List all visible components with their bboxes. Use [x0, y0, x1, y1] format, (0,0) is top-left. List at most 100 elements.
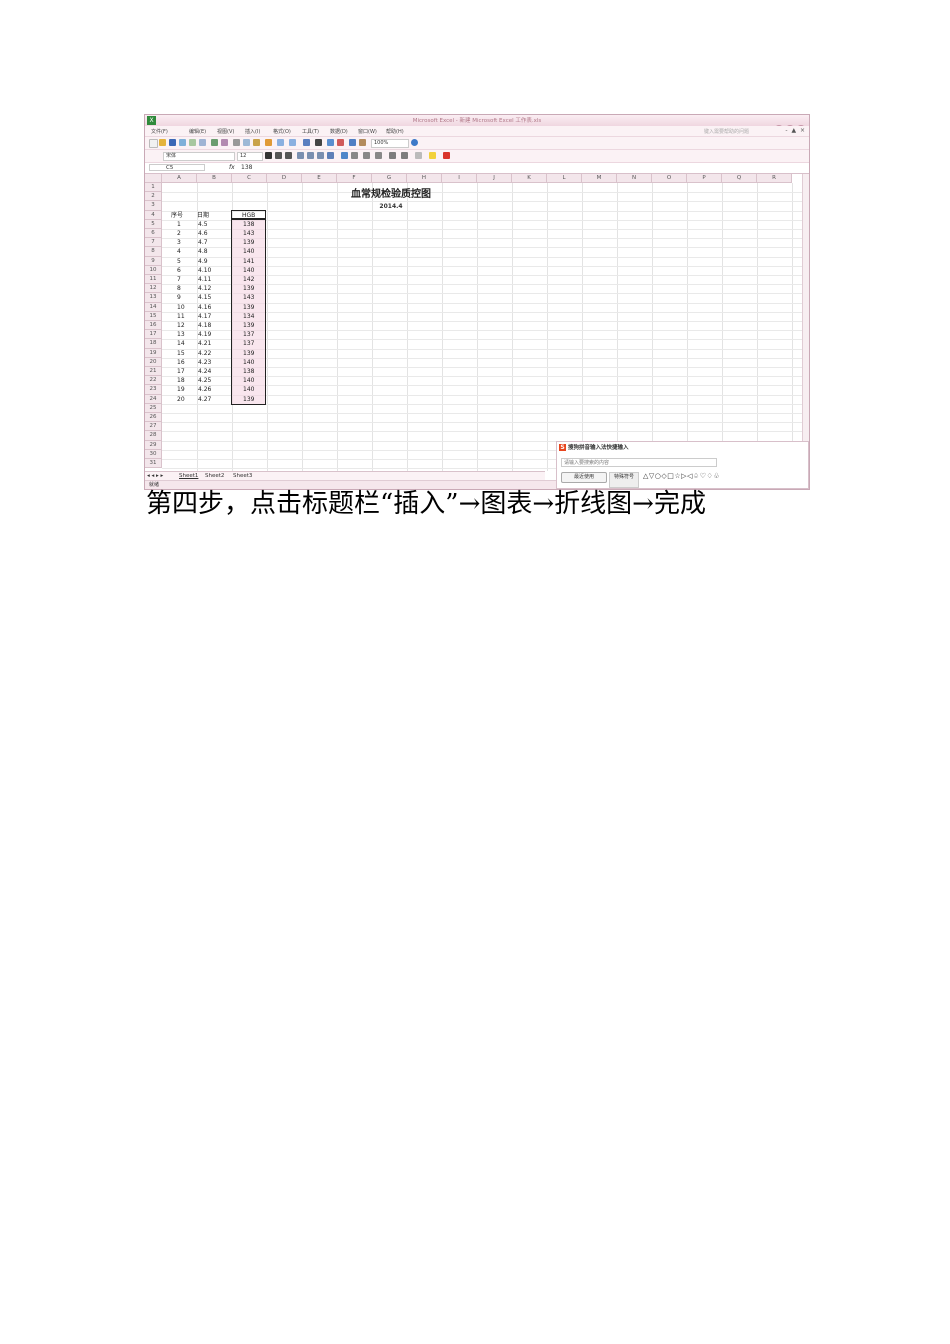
row-header[interactable]: 10 [145, 265, 162, 275]
document-window-controls[interactable]: - ▲ × [785, 127, 806, 134]
row-header[interactable]: 27 [145, 422, 162, 432]
increase-indent-icon[interactable] [401, 152, 408, 159]
increase-decimal-icon[interactable] [363, 152, 370, 159]
row-header[interactable]: 24 [145, 394, 162, 404]
row-header[interactable]: 21 [145, 367, 162, 377]
header-date[interactable]: 日期 [197, 211, 209, 220]
sort-descending-icon[interactable] [337, 139, 344, 146]
column-header[interactable]: C [232, 174, 267, 183]
menu-help[interactable]: 帮助(H) [386, 128, 404, 135]
copy-icon[interactable] [243, 139, 250, 146]
cell-date[interactable]: 4.26 [198, 385, 211, 394]
menu-view[interactable]: 视图(V) [217, 128, 234, 135]
row-header[interactable]: 6 [145, 229, 162, 239]
cell-value[interactable]: 143 [243, 229, 254, 238]
cell-seq[interactable]: 11 [177, 312, 185, 321]
cell-value[interactable]: 139 [243, 349, 254, 358]
cell-value[interactable]: 140 [243, 247, 254, 256]
menu-window[interactable]: 窗口(W) [358, 128, 377, 135]
new-file-icon[interactable] [149, 139, 158, 148]
menu-edit[interactable]: 编辑(E) [189, 128, 206, 135]
column-header[interactable]: H [407, 174, 442, 183]
row-header[interactable]: 7 [145, 238, 162, 248]
font-size-select[interactable]: 12 [237, 152, 263, 161]
undo-icon[interactable] [277, 139, 284, 146]
currency-icon[interactable] [341, 152, 348, 159]
paste-icon[interactable] [253, 139, 260, 146]
cell-date[interactable]: 4.15 [198, 293, 211, 302]
cell-seq[interactable]: 13 [177, 330, 185, 339]
select-all-corner[interactable] [145, 174, 162, 183]
header-value[interactable]: HGB [242, 211, 255, 220]
autosum-icon[interactable] [315, 139, 322, 146]
cell-value[interactable]: 141 [243, 257, 254, 266]
row-header[interactable]: 1 [145, 183, 162, 193]
column-header[interactable]: G [372, 174, 407, 183]
row-header[interactable]: 28 [145, 431, 162, 441]
align-left-icon[interactable] [297, 152, 304, 159]
cell-seq[interactable]: 8 [177, 284, 181, 293]
cell-seq[interactable]: 7 [177, 275, 181, 284]
row-header[interactable]: 2 [145, 192, 162, 202]
cell-value[interactable]: 139 [243, 303, 254, 312]
column-header[interactable]: R [757, 174, 792, 183]
column-header[interactable]: F [337, 174, 372, 183]
row-header[interactable]: 13 [145, 293, 162, 303]
font-name-select[interactable]: 宋体 [163, 152, 235, 161]
row-header[interactable]: 29 [145, 440, 162, 450]
help-search-input[interactable]: 键入需要帮助的问题 [704, 128, 749, 135]
column-header[interactable]: B [197, 174, 232, 183]
row-header[interactable]: 9 [145, 256, 162, 266]
fill-color-icon[interactable] [429, 152, 436, 159]
open-folder-icon[interactable] [159, 139, 166, 146]
cell-seq[interactable]: 3 [177, 238, 181, 247]
zoom-select[interactable]: 100% [371, 139, 409, 148]
save-icon[interactable] [169, 139, 176, 146]
column-header[interactable]: M [582, 174, 617, 183]
percent-icon[interactable] [351, 152, 358, 159]
column-header[interactable]: A [162, 174, 197, 183]
column-header[interactable]: K [512, 174, 547, 183]
cell-value[interactable]: 139 [243, 238, 254, 247]
font-color-icon[interactable] [443, 152, 450, 159]
help-icon[interactable] [411, 139, 418, 146]
cell-date[interactable]: 4.24 [198, 367, 211, 376]
cell-seq[interactable]: 19 [177, 385, 185, 394]
cell-date[interactable]: 4.11 [198, 275, 211, 284]
cell-date[interactable]: 4.5 [198, 220, 208, 229]
cell-seq[interactable]: 10 [177, 303, 185, 312]
formula-input[interactable]: 138 [241, 164, 252, 171]
italic-icon[interactable] [275, 152, 282, 159]
column-header[interactable]: J [477, 174, 512, 183]
cell-value[interactable]: 137 [243, 330, 254, 339]
column-header[interactable]: O [652, 174, 687, 183]
row-header[interactable]: 5 [145, 219, 162, 229]
special-symbols-tab[interactable]: 特殊符号 [609, 472, 639, 488]
row-header[interactable]: 22 [145, 376, 162, 386]
column-header[interactable]: P [687, 174, 722, 183]
cell-seq[interactable]: 12 [177, 321, 185, 330]
cell-value[interactable]: 134 [243, 312, 254, 321]
redo-icon[interactable] [289, 139, 296, 146]
column-header[interactable]: E [302, 174, 337, 183]
vertical-scrollbar[interactable] [802, 174, 809, 474]
ime-search-input[interactable]: 请输入要搜索的内容 [561, 458, 717, 467]
row-header[interactable]: 4 [145, 210, 162, 220]
cell-value[interactable]: 140 [243, 385, 254, 394]
symbol-palette[interactable]: △▽○◇□☆▷◁♤♡♢♧ [643, 472, 720, 480]
row-header[interactable]: 15 [145, 311, 162, 321]
cell-date[interactable]: 4.10 [198, 266, 211, 275]
chart-wizard-icon[interactable] [349, 139, 356, 146]
cell-value[interactable]: 140 [243, 266, 254, 275]
align-center-icon[interactable] [307, 152, 314, 159]
align-right-icon[interactable] [317, 152, 324, 159]
column-header[interactable]: Q [722, 174, 757, 183]
decrease-decimal-icon[interactable] [375, 152, 382, 159]
research-icon[interactable] [221, 139, 228, 146]
cut-icon[interactable] [233, 139, 240, 146]
merge-center-icon[interactable] [327, 152, 334, 159]
menu-format[interactable]: 格式(O) [273, 128, 291, 135]
cell-date[interactable]: 4.6 [198, 229, 208, 238]
cell-date[interactable]: 4.19 [198, 330, 211, 339]
row-header[interactable]: 8 [145, 247, 162, 257]
